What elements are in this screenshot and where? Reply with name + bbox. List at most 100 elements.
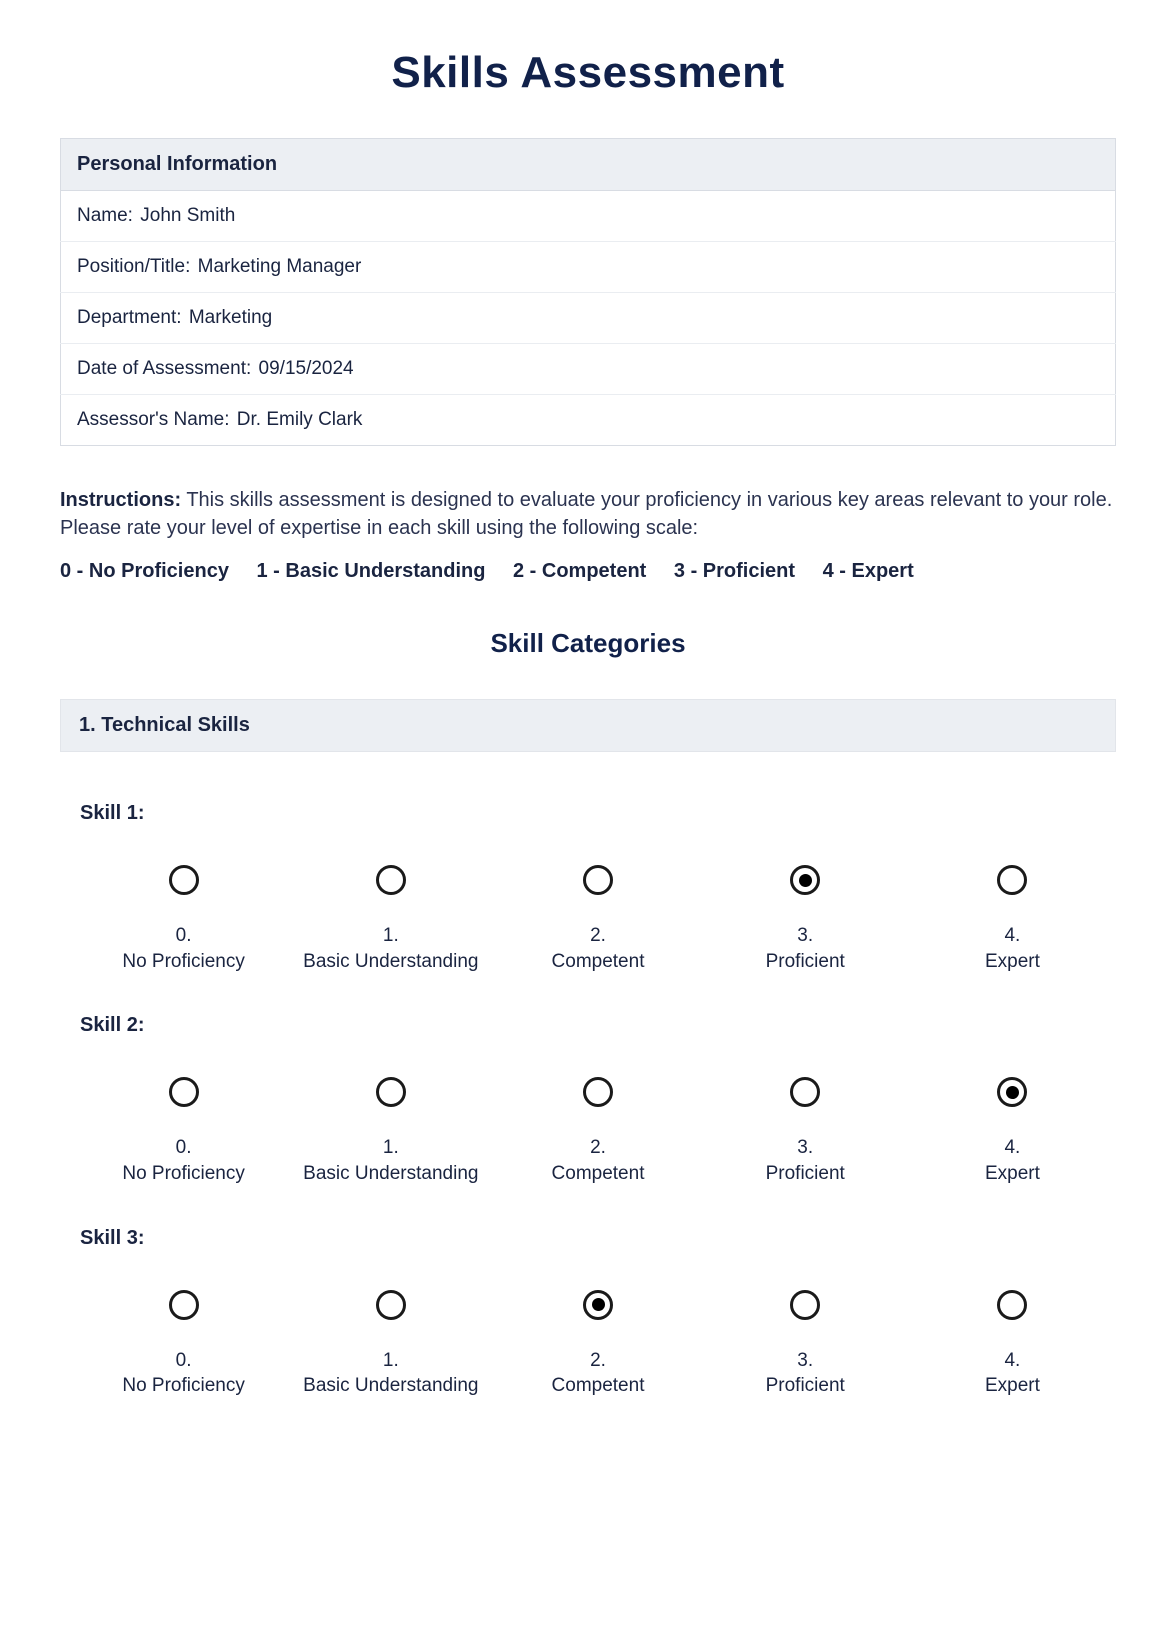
rating-radio-3[interactable] [790,1290,820,1320]
info-label: Department: [77,307,182,328]
page: Skills Assessment Personal Information N… [0,0,1176,1499]
info-value: Marketing [189,307,272,328]
rating-number: 1. [383,923,399,949]
skill-label: Skill 3: [80,1227,1116,1250]
skill-block: Skill 1:0.No Proficiency1.Basic Understa… [80,802,1116,974]
rating-cell: 4.Expert [909,1077,1116,1186]
scale-item: 3 - Proficient [674,560,795,582]
skill-block: Skill 2:0.No Proficiency1.Basic Understa… [80,1014,1116,1186]
categories-title: Skill Categories [60,628,1116,659]
scale-legend: 0 - No Proficiency 1 - Basic Understandi… [60,560,1116,583]
rating-cell: 0.No Proficiency [80,1077,287,1186]
rating-number: 4. [1004,1348,1020,1374]
page-title: Skills Assessment [60,48,1116,98]
rating-cell: 2.Competent [494,1290,701,1399]
rating-number: 2. [590,1348,606,1374]
rating-number: 1. [383,1348,399,1374]
rating-number: 1. [383,1135,399,1161]
rating-radio-2[interactable] [583,1290,613,1320]
rating-cell: 1.Basic Understanding [287,1290,494,1399]
rating-number: 3. [797,1348,813,1374]
info-value: 09/15/2024 [259,358,354,379]
info-value: John Smith [140,205,235,226]
rating-cell: 4.Expert [909,1290,1116,1399]
skills-container: Skill 1:0.No Proficiency1.Basic Understa… [60,802,1116,1399]
rating-text: Competent [552,1161,645,1187]
scale-item: 0 - No Proficiency [60,560,229,582]
info-label: Name: [77,205,133,226]
rating-row: 0.No Proficiency1.Basic Understanding2.C… [80,1077,1116,1186]
rating-cell: 1.Basic Understanding [287,865,494,974]
skill-label: Skill 1: [80,802,1116,825]
skill-block: Skill 3:0.No Proficiency1.Basic Understa… [80,1227,1116,1399]
rating-radio-1[interactable] [376,865,406,895]
personal-info-header: Personal Information [61,139,1116,191]
rating-text: Basic Understanding [303,1161,478,1187]
rating-number: 0. [176,923,192,949]
rating-text: No Proficiency [122,1161,245,1187]
rating-number: 4. [1004,1135,1020,1161]
rating-cell: 2.Competent [494,865,701,974]
rating-radio-0[interactable] [169,1077,199,1107]
rating-radio-3[interactable] [790,1077,820,1107]
rating-text: Competent [552,1373,645,1399]
rating-radio-0[interactable] [169,865,199,895]
rating-radio-1[interactable] [376,1077,406,1107]
rating-number: 2. [590,923,606,949]
rating-cell: 0.No Proficiency [80,865,287,974]
rating-text: No Proficiency [122,1373,245,1399]
table-row: Assessor's Name: Dr. Emily Clark [61,395,1116,446]
rating-number: 0. [176,1135,192,1161]
rating-radio-2[interactable] [583,1077,613,1107]
rating-number: 0. [176,1348,192,1374]
table-row: Position/Title: Marketing Manager [61,242,1116,293]
personal-info-table: Personal Information Name: John Smith Po… [60,138,1116,446]
rating-number: 3. [797,1135,813,1161]
rating-radio-4[interactable] [997,1077,1027,1107]
rating-cell: 3.Proficient [702,865,909,974]
info-value: Marketing Manager [198,256,362,277]
rating-row: 0.No Proficiency1.Basic Understanding2.C… [80,865,1116,974]
rating-cell: 0.No Proficiency [80,1290,287,1399]
rating-text: Proficient [766,1161,845,1187]
rating-number: 4. [1004,923,1020,949]
rating-text: Expert [985,1161,1040,1187]
rating-cell: 2.Competent [494,1077,701,1186]
rating-text: Expert [985,1373,1040,1399]
info-label: Assessor's Name: [77,409,230,430]
rating-text: Expert [985,949,1040,975]
rating-radio-1[interactable] [376,1290,406,1320]
rating-radio-2[interactable] [583,865,613,895]
rating-cell: 4.Expert [909,865,1116,974]
rating-text: No Proficiency [122,949,245,975]
scale-item: 2 - Competent [513,560,646,582]
instructions-text: This skills assessment is designed to ev… [60,489,1112,539]
rating-number: 3. [797,923,813,949]
rating-row: 0.No Proficiency1.Basic Understanding2.C… [80,1290,1116,1399]
info-value: Dr. Emily Clark [237,409,363,430]
table-row: Name: John Smith [61,191,1116,242]
rating-text: Competent [552,949,645,975]
category-header: 1. Technical Skills [60,699,1116,752]
rating-number: 2. [590,1135,606,1161]
instructions: Instructions: This skills assessment is … [60,486,1116,542]
rating-text: Basic Understanding [303,949,478,975]
rating-radio-4[interactable] [997,865,1027,895]
rating-cell: 3.Proficient [702,1077,909,1186]
rating-cell: 1.Basic Understanding [287,1077,494,1186]
rating-text: Proficient [766,1373,845,1399]
rating-cell: 3.Proficient [702,1290,909,1399]
info-label: Date of Assessment: [77,358,251,379]
scale-item: 1 - Basic Understanding [257,560,486,582]
rating-radio-4[interactable] [997,1290,1027,1320]
skill-label: Skill 2: [80,1014,1116,1037]
info-label: Position/Title: [77,256,190,277]
rating-radio-3[interactable] [790,865,820,895]
rating-radio-0[interactable] [169,1290,199,1320]
instructions-label: Instructions: [60,489,181,511]
table-row: Date of Assessment: 09/15/2024 [61,344,1116,395]
scale-item: 4 - Expert [823,560,914,582]
rating-text: Basic Understanding [303,1373,478,1399]
rating-text: Proficient [766,949,845,975]
table-row: Department: Marketing [61,293,1116,344]
